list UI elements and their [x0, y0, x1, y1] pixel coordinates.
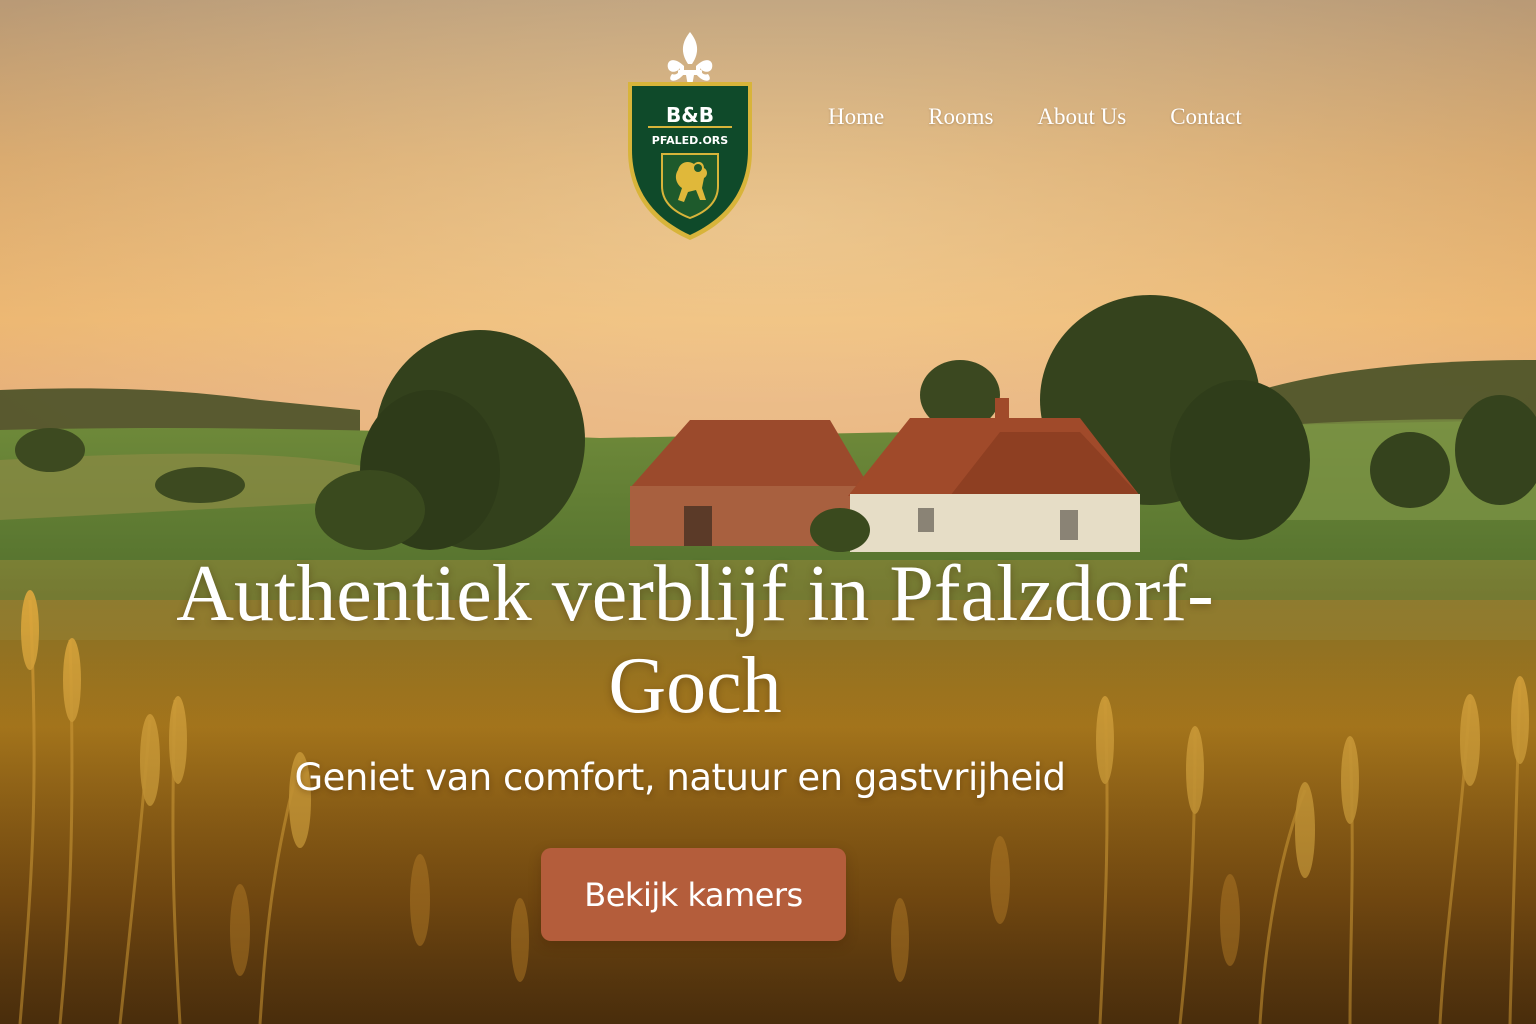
nav-item-contact: Contact: [1170, 104, 1242, 130]
hero-section: B&B PFALED.ORS Home Rooms About Us Conta…: [0, 0, 1536, 1024]
brand-logo[interactable]: B&B PFALED.ORS: [622, 30, 758, 246]
nav-link-about-us[interactable]: About Us: [1037, 104, 1126, 129]
nav-item-about-us: About Us: [1037, 104, 1126, 130]
view-rooms-button[interactable]: Bekijk kamers: [541, 848, 846, 941]
brand-line1: B&B: [666, 103, 714, 127]
hero-subtitle: Geniet van comfort, natuur en gastvrijhe…: [294, 756, 1066, 799]
nav-item-home: Home: [828, 104, 884, 130]
nav-link-rooms[interactable]: Rooms: [928, 104, 993, 129]
nav-item-rooms: Rooms: [928, 104, 993, 130]
main-navigation: Home Rooms About Us Contact: [828, 104, 1242, 130]
hero-title: Authentiek verblijf in Pfalzdorf-Goch: [176, 550, 1214, 730]
brand-line2: PFALED.ORS: [652, 134, 728, 147]
nav-link-contact[interactable]: Contact: [1170, 104, 1242, 129]
nav-link-home[interactable]: Home: [828, 104, 884, 129]
fleur-de-lis-icon: [667, 32, 713, 86]
